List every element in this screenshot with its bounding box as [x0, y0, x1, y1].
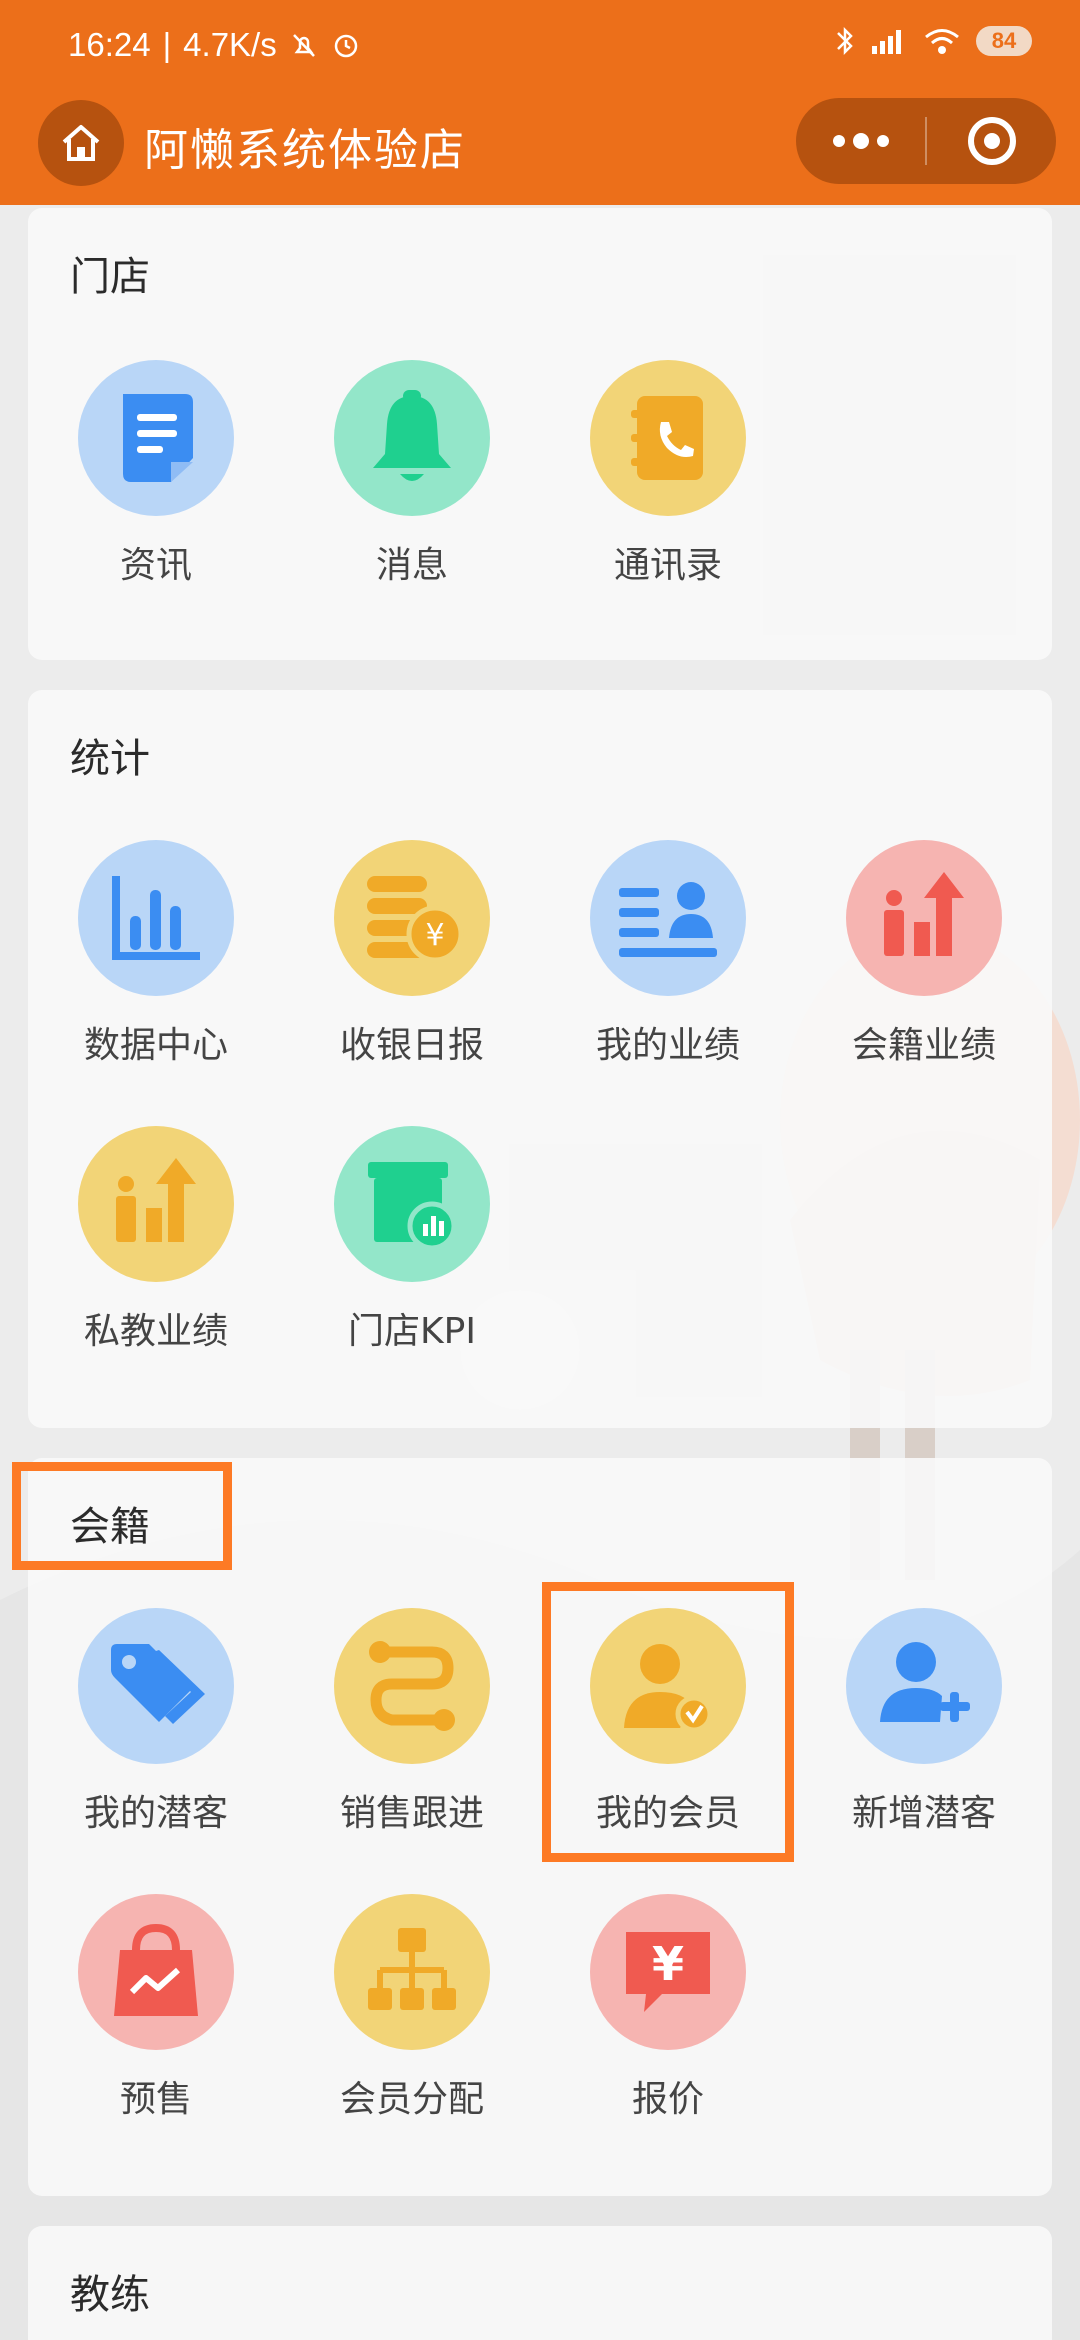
- item-label: 销售跟进: [339, 1793, 484, 1834]
- header: 16:24 | 4.7K/s 84 阿懒系统体验店: [0, 0, 1080, 205]
- item-label: 资讯: [119, 545, 192, 586]
- status-network-speed: 4.7K/s: [183, 26, 277, 63]
- alarm-off-icon: [292, 34, 315, 57]
- membership-performance-item[interactable]: 会籍业绩: [796, 840, 1052, 1080]
- item-label: 报价: [631, 2079, 704, 2120]
- item-label: 通讯录: [613, 545, 722, 586]
- mini-program-navbar: 阿懒系统体验店: [0, 92, 1080, 202]
- address-book-icon: [631, 396, 703, 480]
- highlight-box-my-members: [542, 1582, 794, 1862]
- wifi-icon: [925, 29, 959, 54]
- item-label: 私教业绩: [83, 1311, 228, 1352]
- coach-section: 教练: [28, 2226, 1052, 2340]
- cashier-daily-report-item[interactable]: ¥ 收银日报: [284, 840, 540, 1080]
- page-title: 阿懒系统体验店: [144, 125, 466, 176]
- battery-indicator: 84: [976, 26, 1032, 56]
- bell-icon: [373, 390, 451, 481]
- section-title: 统计: [70, 736, 150, 782]
- news-item[interactable]: 资讯: [28, 360, 284, 600]
- my-performance-item[interactable]: 我的业绩: [540, 840, 796, 1080]
- status-time: 16:24: [68, 26, 151, 63]
- item-label: 收银日报: [339, 1025, 484, 1066]
- stats-section: 统计 数据中心 ¥ 收银日报 我的业绩 会籍业绩 私教业绩 门店KPI: [28, 690, 1052, 1428]
- my-prospects-item[interactable]: 我的潜客: [28, 1608, 284, 1848]
- item-label: 门店KPI: [348, 1311, 476, 1352]
- more-button[interactable]: [796, 98, 925, 184]
- home-button[interactable]: [38, 100, 124, 186]
- member-allocation-item[interactable]: 会员分配: [284, 1894, 540, 2134]
- message-item[interactable]: 消息: [284, 360, 540, 600]
- tags-icon: [111, 1644, 205, 1724]
- store-chart-icon: [368, 1162, 457, 1251]
- presale-item[interactable]: 预售: [28, 1894, 284, 2134]
- store-kpi-item[interactable]: 门店KPI: [284, 1126, 540, 1366]
- bluetooth-icon: [837, 26, 853, 56]
- sales-follow-up-item[interactable]: 销售跟进: [284, 1608, 540, 1848]
- route-icon: [369, 1641, 455, 1731]
- add-prospect-item[interactable]: 新增潜客: [796, 1608, 1052, 1848]
- svg-text:¥: ¥: [652, 1937, 684, 1991]
- section-title: 教练: [70, 2272, 150, 2318]
- item-label: 数据中心: [83, 1025, 228, 1066]
- item-label: 会员分配: [339, 2079, 484, 2120]
- svg-text:¥: ¥: [425, 918, 444, 953]
- target-close-icon: [967, 117, 1016, 165]
- document-icon: [123, 394, 193, 482]
- org-chart-icon: [368, 1928, 456, 2010]
- item-label: 消息: [375, 545, 448, 586]
- growth-chart-icon: [116, 1158, 196, 1242]
- alarm-clock-icon: [334, 34, 357, 58]
- status-bar: 16:24 | 4.7K/s 84: [0, 0, 1080, 92]
- growth-chart-icon: [884, 872, 964, 956]
- shopping-bag-icon: [114, 1923, 198, 2016]
- close-mini-program-button[interactable]: [927, 98, 1056, 184]
- add-user-icon: [880, 1642, 970, 1722]
- personal-training-performance-item[interactable]: 私教业绩: [28, 1126, 284, 1366]
- item-label: 会籍业绩: [851, 1025, 996, 1066]
- coins-icon: ¥: [367, 876, 464, 963]
- item-label: 我的潜客: [83, 1793, 228, 1834]
- bar-chart-icon: [112, 876, 200, 960]
- data-center-item[interactable]: 数据中心: [28, 840, 284, 1080]
- contacts-item[interactable]: 通讯录: [540, 360, 796, 600]
- price-quote-icon: ¥: [626, 1932, 710, 2012]
- capsule-menu: [796, 98, 1056, 184]
- section-title: 门店: [70, 254, 150, 300]
- store-section: 门店 资讯 消息 通讯录: [28, 208, 1052, 660]
- quote-item[interactable]: ¥ 报价: [540, 1894, 796, 2134]
- signal-icon: [872, 30, 901, 54]
- item-label: 我的业绩: [595, 1025, 740, 1066]
- home-icon: [62, 125, 100, 161]
- highlight-box-membership-title: [12, 1462, 232, 1570]
- item-label: 新增潜客: [851, 1793, 996, 1834]
- profile-list-icon: [619, 882, 717, 957]
- item-label: 预售: [119, 2079, 192, 2120]
